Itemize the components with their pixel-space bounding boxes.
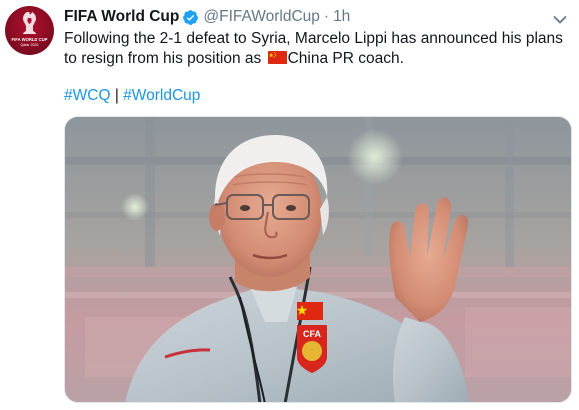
tweet-header: FIFA World Cup @FIFAWorldCup · 1h [64, 7, 350, 27]
author-handle[interactable]: @FIFAWorldCup [203, 7, 320, 27]
coach-photo: CFA [65, 117, 571, 402]
hashtags: #WCQ | #WorldCup [64, 86, 200, 106]
chevron-down-icon[interactable] [553, 12, 567, 24]
fifa-world-cup-logo: FIFA WORLD CUP Qatar 2022 [12, 12, 48, 47]
tweet-text: Following the 2-1 defeat to Syria, Marce… [64, 29, 564, 69]
svg-text:FIFA WORLD CUP: FIFA WORLD CUP [12, 37, 48, 42]
tweet-photo[interactable]: CFA [64, 116, 572, 403]
timestamp[interactable]: 1h [333, 7, 350, 27]
jersey-badge-text: CFA [303, 329, 322, 339]
avatar[interactable]: FIFA WORLD CUP Qatar 2022 [5, 6, 54, 55]
tweet-text-part-2: China PR coach. [287, 50, 404, 67]
hashtag-wcq[interactable]: #WCQ [64, 87, 111, 104]
author-name[interactable]: FIFA World Cup [64, 7, 179, 27]
hashtag-worldcup[interactable]: #WorldCup [123, 87, 200, 104]
separator-dot: · [323, 8, 330, 25]
verified-badge-icon [182, 9, 199, 26]
tweet: FIFA WORLD CUP Qatar 2022 FIFA World Cup… [0, 0, 579, 410]
china-flag-icon [267, 51, 287, 64]
svg-text:Qatar 2022: Qatar 2022 [21, 43, 39, 47]
hashtag-separator: | [114, 87, 119, 104]
